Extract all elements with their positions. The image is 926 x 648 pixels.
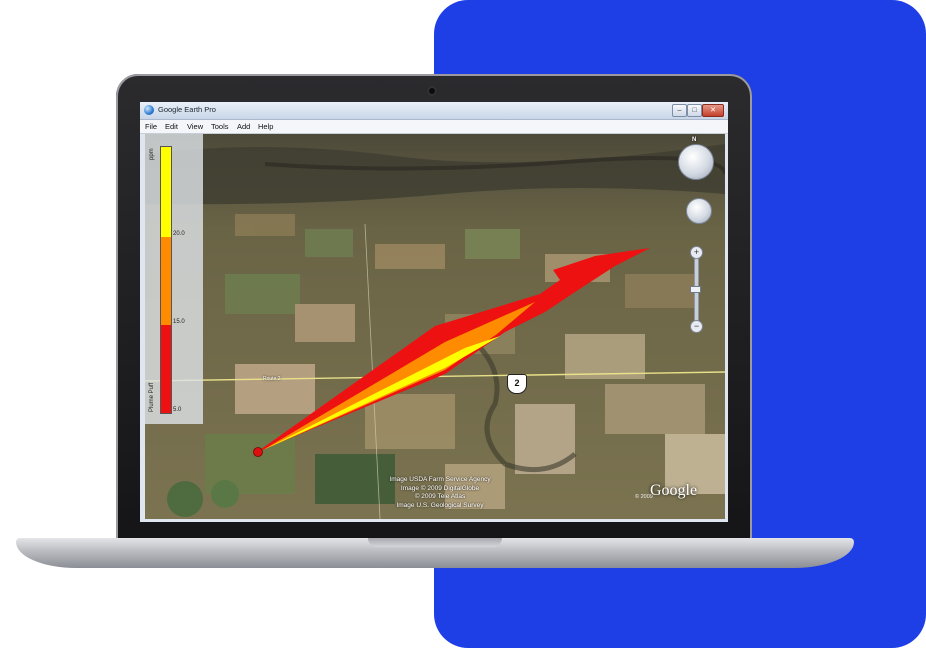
menu-edit[interactable]: Edit	[165, 122, 178, 131]
legend-band-mid	[161, 237, 171, 325]
credit-line: Image © 2009 DigitalGlobe	[400, 484, 480, 492]
window-title: Google Earth Pro	[158, 105, 216, 114]
legend-tick-low: 5.0	[173, 407, 182, 413]
credit-line: Image U.S. Geological Survey	[396, 501, 484, 509]
menu-help[interactable]: Help	[258, 122, 273, 131]
credit-line: Image USDA Farm Service Agency	[389, 476, 491, 483]
legend-tick-mid: 15.0	[173, 319, 185, 325]
legend-band-high	[161, 147, 171, 237]
menu-tools[interactable]: Tools	[211, 122, 229, 131]
legend-unit: ppm	[149, 148, 155, 160]
menu-add[interactable]: Add	[237, 122, 250, 131]
webcam-icon	[427, 86, 437, 96]
satellite-terrain	[145, 134, 725, 519]
menu-file[interactable]: File	[145, 122, 157, 131]
move-control-icon[interactable]	[686, 198, 712, 224]
legend-band-low	[161, 325, 171, 413]
credit-line: © 2009 Tele Atlas	[414, 493, 466, 500]
legend-color-bar	[160, 146, 172, 414]
maximize-button[interactable]: □	[687, 104, 702, 117]
laptop-hinge	[368, 538, 502, 547]
road-label: Route 2	[263, 376, 281, 382]
map-view[interactable]: 20.0 15.0 5.0 ppm Plume Puff N + − Route…	[145, 134, 725, 519]
look-control-icon[interactable]	[678, 144, 714, 180]
menu-view[interactable]: View	[187, 122, 203, 131]
minimize-button[interactable]: –	[672, 104, 687, 117]
north-indicator: N	[692, 137, 697, 143]
concentration-legend: 20.0 15.0 5.0 ppm Plume Puff	[145, 134, 203, 424]
close-button[interactable]: ✕	[702, 104, 724, 117]
route-shield-icon: 2	[507, 374, 527, 394]
zoom-slider-thumb[interactable]	[690, 286, 701, 293]
legend-tick-high: 20.0	[173, 231, 185, 237]
imagery-credits: Image USDA Farm Service Agency Image © 2…	[345, 476, 535, 510]
window-titlebar[interactable]: Google Earth Pro – □ ✕	[140, 102, 728, 120]
menubar: File Edit View Tools Add Help	[140, 120, 728, 134]
google-logo: Google	[650, 482, 698, 499]
legend-title: Plume Puff	[149, 382, 155, 412]
zoom-out-button[interactable]: −	[690, 320, 703, 333]
laptop-base	[16, 538, 854, 568]
laptop-screen: Google Earth Pro – □ ✕ File Edit View To…	[140, 102, 728, 522]
laptop-lid: Google Earth Pro – □ ✕ File Edit View To…	[116, 74, 752, 544]
google-earth-icon	[144, 105, 154, 115]
